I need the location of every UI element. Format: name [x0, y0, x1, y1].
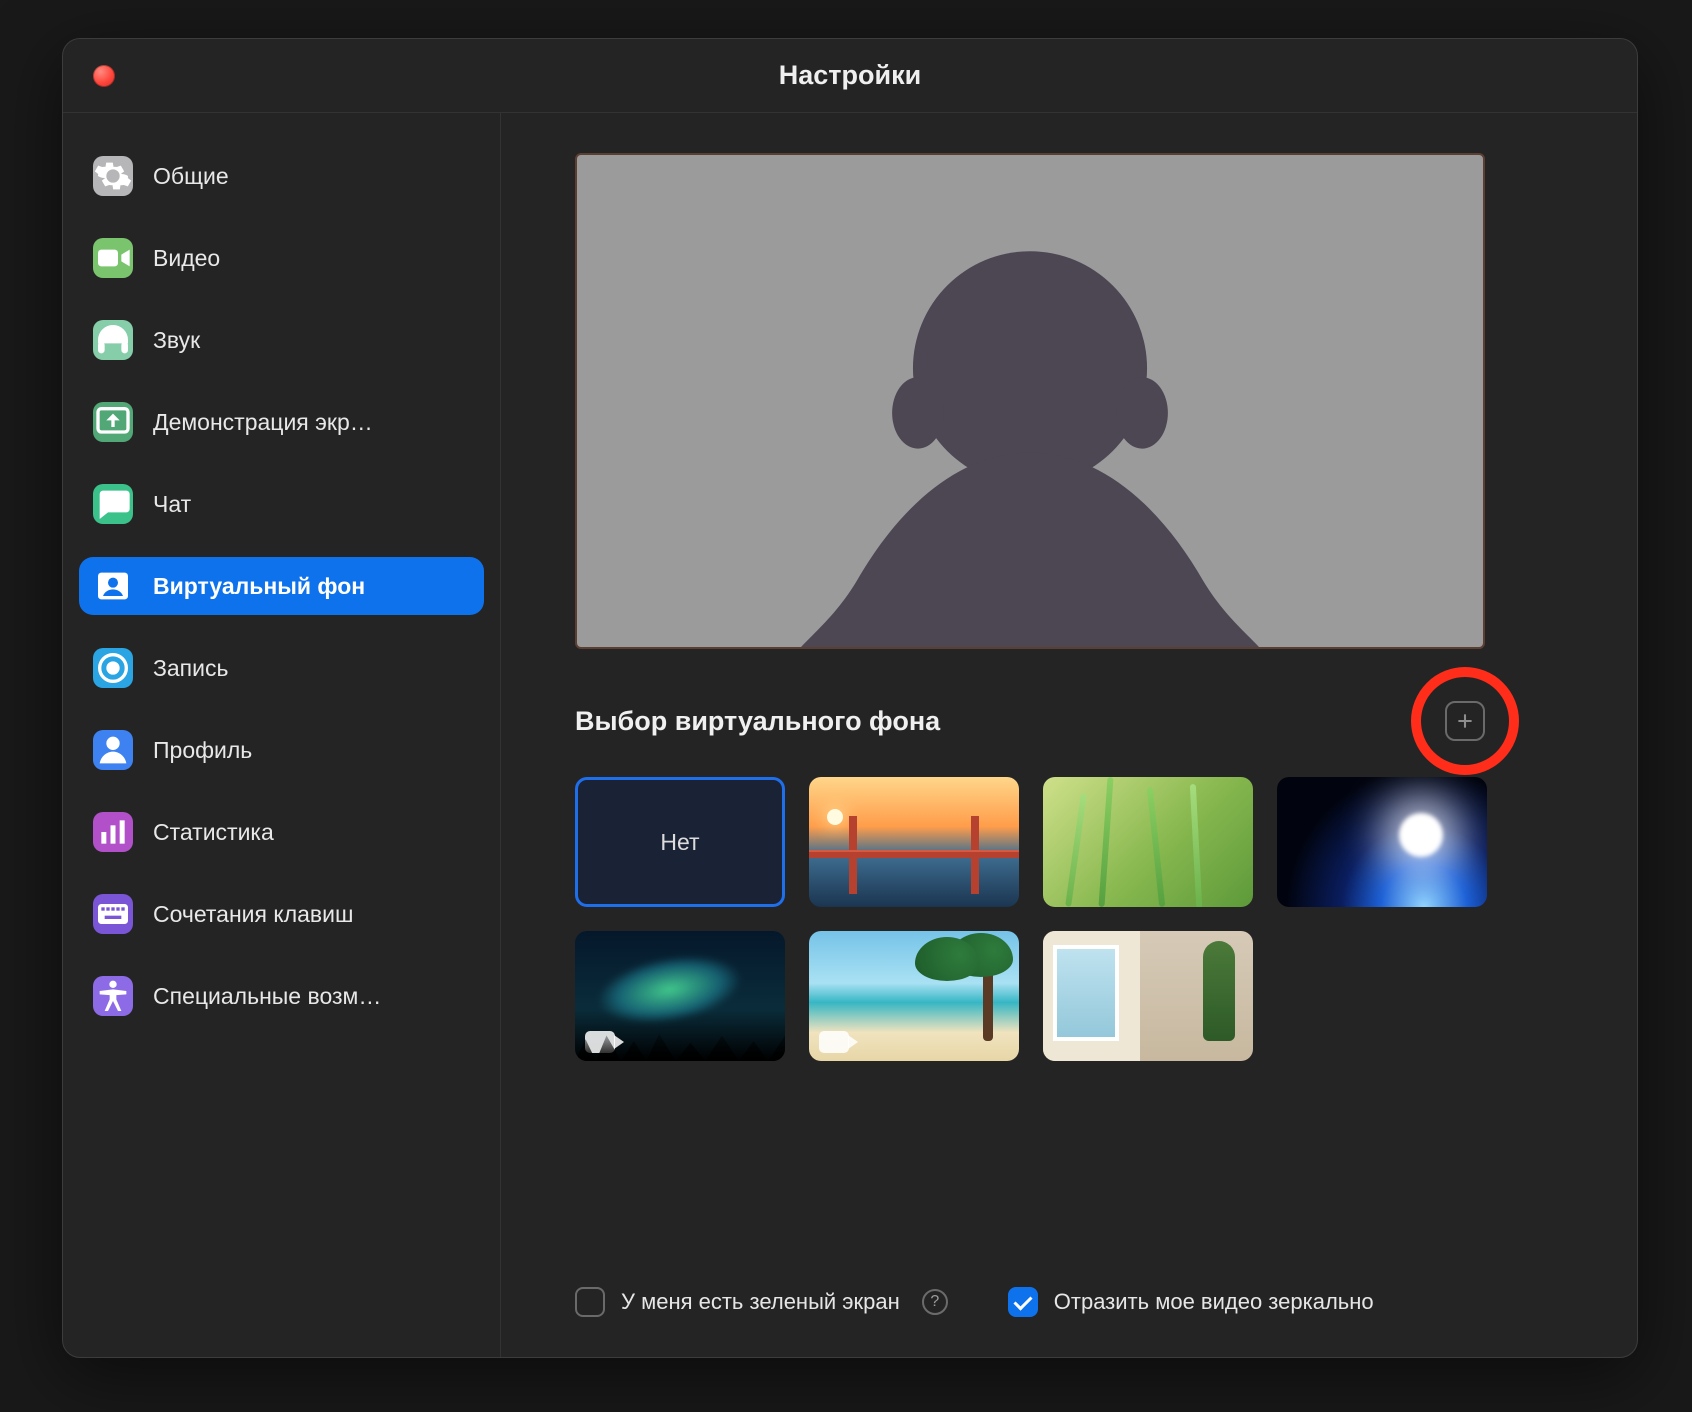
video-icon: [93, 238, 133, 278]
sidebar-item-label: Чат: [153, 491, 470, 518]
sidebar-item-label: Специальные возм…: [153, 983, 470, 1010]
sidebar-item-audio[interactable]: Звук: [79, 311, 484, 369]
sidebar-item-label: Общие: [153, 163, 470, 190]
section-title: Выбор виртуального фона: [575, 706, 1445, 737]
sidebar-item-general[interactable]: Общие: [79, 147, 484, 205]
checkbox-icon: [575, 1287, 605, 1317]
plus-icon: [1455, 711, 1475, 731]
window-close-button[interactable]: [93, 65, 115, 87]
mirror-video-label: Отразить мое видео зеркально: [1054, 1289, 1374, 1315]
sidebar-item-label: Виртуальный фон: [153, 573, 470, 600]
settings-window: Настройки Общие Видео Звук Демонстрация экр…: [62, 38, 1638, 1358]
background-option-bridge[interactable]: [809, 777, 1019, 907]
record-icon: [93, 648, 133, 688]
sidebar-item-profile[interactable]: Профиль: [79, 721, 484, 779]
help-icon[interactable]: ?: [922, 1289, 948, 1315]
background-option-room[interactable]: [1043, 931, 1253, 1061]
sidebar-item-shortcuts[interactable]: Сочетания клавиш: [79, 885, 484, 943]
sidebar-item-label: Профиль: [153, 737, 470, 764]
bars-icon: [93, 812, 133, 852]
sidebar-item-share[interactable]: Демонстрация экр…: [79, 393, 484, 451]
video-badge-icon: [585, 1031, 615, 1053]
sidebar-item-chat[interactable]: Чат: [79, 475, 484, 533]
video-preview: [575, 153, 1485, 649]
checkbox-icon: [1008, 1287, 1038, 1317]
person-icon: [93, 730, 133, 770]
sidebar-item-label: Запись: [153, 655, 470, 682]
keyboard-icon: [93, 894, 133, 934]
background-option-grass[interactable]: [1043, 777, 1253, 907]
background-option-none[interactable]: Нет: [575, 777, 785, 907]
mirror-video-checkbox[interactable]: Отразить мое видео зеркально: [1008, 1287, 1374, 1317]
sidebar-item-label: Видео: [153, 245, 470, 272]
green-screen-label: У меня есть зеленый экран: [621, 1289, 900, 1315]
background-option-aurora[interactable]: [575, 931, 785, 1061]
person-card-icon: [93, 566, 133, 606]
green-screen-checkbox[interactable]: У меня есть зеленый экран ?: [575, 1287, 948, 1317]
options-row: У меня есть зеленый экран ? Отразить мое…: [575, 1257, 1577, 1317]
sidebar-item-video[interactable]: Видео: [79, 229, 484, 287]
accessibility-icon: [93, 976, 133, 1016]
sidebar-item-vbg[interactable]: Виртуальный фон: [79, 557, 484, 615]
sidebar-item-label: Сочетания клавиш: [153, 901, 470, 928]
gear-icon: [93, 156, 133, 196]
background-none-label: Нет: [660, 829, 699, 856]
screen-up-icon: [93, 402, 133, 442]
avatar-silhouette-icon: [577, 155, 1483, 647]
sidebar-item-recording[interactable]: Запись: [79, 639, 484, 697]
sidebar-item-label: Звук: [153, 327, 470, 354]
window-title: Настройки: [63, 60, 1637, 91]
sidebar-item-label: Демонстрация экр…: [153, 409, 470, 436]
background-option-earth[interactable]: [1277, 777, 1487, 907]
add-background-button[interactable]: [1445, 701, 1485, 741]
sidebar-item-access[interactable]: Специальные возм…: [79, 967, 484, 1025]
sidebar-item-stats[interactable]: Статистика: [79, 803, 484, 861]
background-grid: Нет: [575, 777, 1515, 1061]
background-option-beach[interactable]: [809, 931, 1019, 1061]
sidebar-item-label: Статистика: [153, 819, 470, 846]
chat-icon: [93, 484, 133, 524]
headphones-icon: [93, 320, 133, 360]
settings-content: Выбор виртуального фона Нет У меня есть …: [501, 113, 1637, 1357]
video-badge-icon: [819, 1031, 849, 1053]
titlebar: Настройки: [63, 39, 1637, 113]
settings-sidebar: Общие Видео Звук Демонстрация экр… Чат Виртуа…: [63, 113, 501, 1357]
